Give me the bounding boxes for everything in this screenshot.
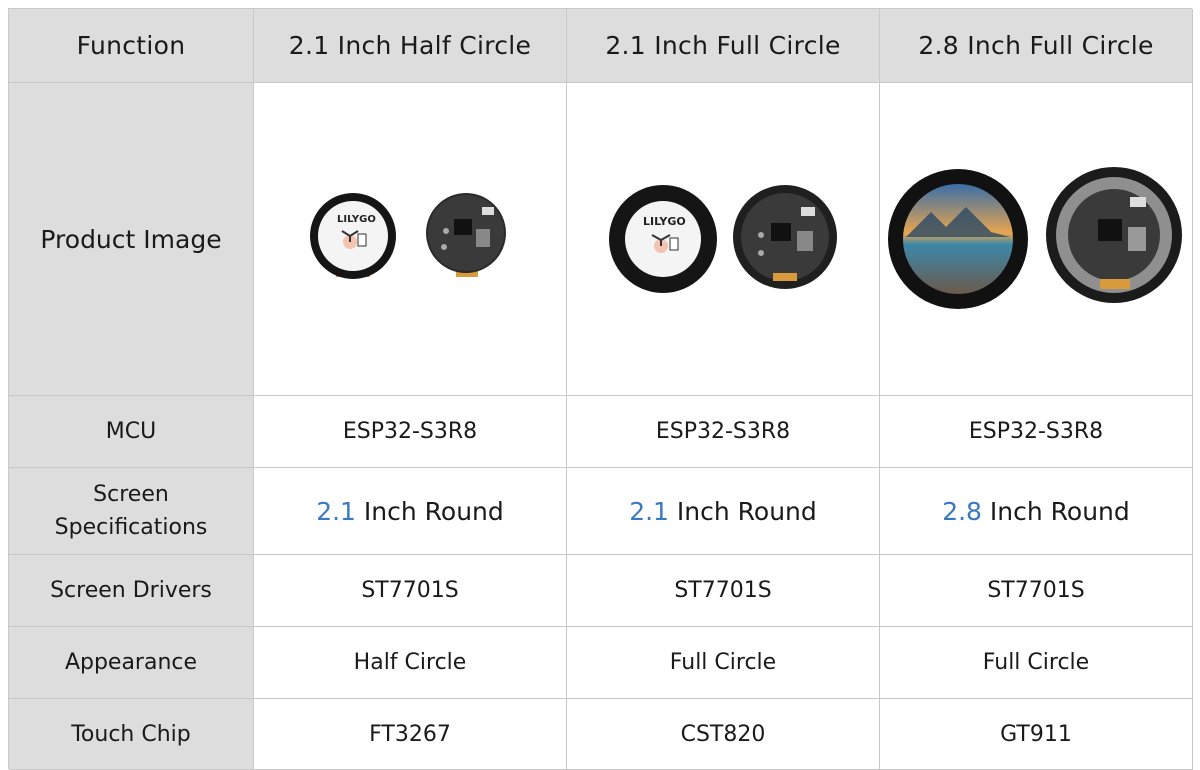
label-appearance: Appearance [9,627,254,699]
header-half-circle-21: 2.1 Inch Half Circle [254,9,567,83]
header-function: Function [9,9,254,83]
header-full-circle-21: 2.1 Inch Full Circle [567,9,880,83]
display-front-full-circle: LILYGO [609,185,717,293]
display-front-landscape [888,169,1028,309]
display-back-large [1046,167,1182,303]
screen-size: 2.1 [316,496,356,526]
logo-text: LILYGO [337,214,376,225]
label-screen-specifications: Screen Specifications [9,468,254,555]
mcu-value: ESP32-S3R8 [567,396,880,468]
product-image-half-circle-21: LILYGO [254,83,567,396]
screen-driver-value: ST7701S [254,555,567,627]
label-touch-chip: Touch Chip [9,699,254,770]
comparison-table: Function 2.1 Inch Half Circle 2.1 Inch F… [8,8,1193,770]
label-mcu: MCU [9,396,254,468]
label-line: Specifications [54,515,208,540]
appearance-value: Full Circle [567,627,880,699]
mcu-value: ESP32-S3R8 [880,396,1193,468]
mcu-value: ESP32-S3R8 [254,396,567,468]
screen-spec-value: 2.1 Inch Round [254,468,567,555]
display-front-half-circle: LILYGO [310,193,396,279]
touch-chip-value: FT3267 [254,699,567,770]
screen-size: 2.1 [629,496,669,526]
screen-shape: Inch Round [355,496,504,526]
label-product-image: Product Image [9,83,254,396]
screen-shape: Inch Round [981,496,1130,526]
touch-chip-value: CST820 [567,699,880,770]
logo-text: LILYGO [643,215,686,228]
screen-spec-value: 2.8 Inch Round [880,468,1193,555]
screen-spec-value: 2.1 Inch Round [567,468,880,555]
appearance-value: Half Circle [254,627,567,699]
screen-driver-value: ST7701S [567,555,880,627]
screen-size: 2.8 [942,496,982,526]
screen-shape: Inch Round [668,496,817,526]
display-back-half-circle [426,193,506,277]
screen-driver-value: ST7701S [880,555,1193,627]
label-screen-drivers: Screen Drivers [9,555,254,627]
header-full-circle-28: 2.8 Inch Full Circle [880,9,1193,83]
label-line: Screen [93,482,169,507]
touch-chip-value: GT911 [880,699,1193,770]
display-back-full-circle [733,185,837,289]
product-image-full-circle-28 [880,83,1193,396]
product-image-full-circle-21: LILYGO [567,83,880,396]
appearance-value: Full Circle [880,627,1193,699]
